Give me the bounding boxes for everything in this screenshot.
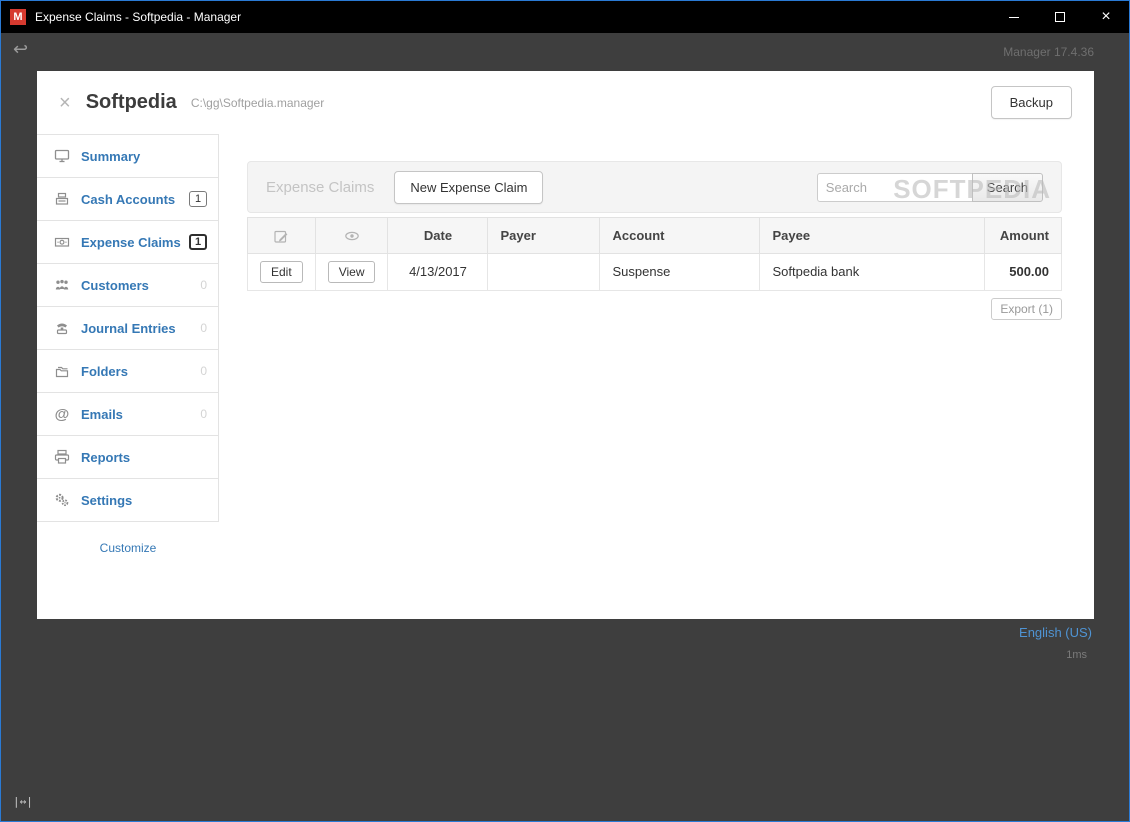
window-title: Expense Claims - Softpedia - Manager [35, 10, 242, 24]
expense-claims-table: Date Payer Account Payee Amount Edit View 4/13… [247, 217, 1062, 291]
new-expense-claim-button[interactable]: New Expense Claim [394, 170, 544, 204]
content-area: Expense Claims New Expense Claim SOFTPED… [219, 134, 1094, 619]
sidebar-item-label: Folders [81, 363, 128, 379]
main-panel: × Softpedia C:\gg\Softpedia.manager Back… [37, 71, 1094, 619]
folders-icon [51, 363, 73, 379]
sidebar-item-label: Journal Entries [81, 320, 176, 336]
app-window: M Expense Claims - Softpedia - Manager ×… [0, 0, 1130, 822]
expense-claims-icon [51, 234, 73, 250]
minimize-button[interactable] [991, 1, 1037, 33]
close-business-icon[interactable]: × [59, 93, 71, 113]
minimize-icon [1009, 16, 1019, 18]
sidebar-item-label: Expense Claims [81, 234, 181, 250]
settings-icon [51, 492, 73, 508]
cell-date: 4/13/2017 [387, 252, 489, 291]
column-header-payer: Payer [487, 217, 601, 254]
resize-handle-icon[interactable]: |↔| [13, 795, 33, 808]
sidebar-item-reports[interactable]: Reports [37, 436, 218, 479]
sidebar-item-journal-entries[interactable]: Journal Entries 0 [37, 307, 218, 350]
sidebar-item-expense-claims[interactable]: Expense Claims 1 [37, 221, 218, 264]
maximize-icon [1055, 12, 1065, 22]
column-header-account: Account [599, 217, 761, 254]
sidebar-item-customers[interactable]: Customers 0 [37, 264, 218, 307]
reports-icon [51, 449, 73, 465]
panel-body: Summary Cash Accounts 1 Expense Claims 1 Cust… [37, 134, 1094, 619]
edit-icon [273, 227, 289, 243]
count-badge: 1 [189, 191, 207, 207]
cell-account: Suspense [599, 252, 761, 291]
sidebar-item-settings[interactable]: Settings [37, 479, 218, 522]
count-badge: 0 [200, 278, 207, 292]
count-badge: 0 [200, 407, 207, 421]
column-header-date: Date [387, 217, 489, 254]
cell-payee: Softpedia bank [759, 252, 986, 291]
language-link[interactable]: English (US) [1019, 625, 1092, 640]
summary-icon [51, 148, 73, 164]
business-name: Softpedia [85, 91, 177, 113]
sidebar-item-summary[interactable]: Summary [37, 135, 218, 178]
sidebar-item-label: Reports [81, 449, 131, 465]
sidebar: Summary Cash Accounts 1 Expense Claims 1 Cust… [37, 134, 219, 522]
count-badge: 1 [189, 234, 207, 250]
app-icon: M [10, 9, 26, 25]
export-button[interactable]: Export (1) [991, 297, 1062, 320]
cell-amount: 500.00 [984, 252, 1062, 291]
sidebar-item-label: Customers [81, 277, 149, 293]
cash-accounts-icon [51, 191, 73, 207]
edit-column-header [247, 217, 316, 254]
sidebar-item-label: Settings [81, 492, 133, 508]
journal-entries-icon [51, 320, 73, 336]
edit-button[interactable]: Edit [260, 260, 303, 283]
search-group: Search [816, 172, 1043, 202]
titlebar: M Expense Claims - Softpedia - Manager × [1, 1, 1129, 33]
eye-icon [344, 227, 360, 242]
sidebar-item-label: Cash Accounts [81, 191, 176, 207]
cell-payer [487, 252, 601, 291]
backup-button[interactable]: Backup [990, 86, 1072, 119]
table-row: Edit View 4/13/2017 Suspense Softpedia bank 5… [247, 252, 1062, 291]
emails-icon: @ [54, 405, 70, 423]
column-header-payee: Payee [759, 217, 986, 254]
sidebar-column: Summary Cash Accounts 1 Expense Claims 1 Cust… [37, 134, 219, 619]
panel-header: × Softpedia C:\gg\Softpedia.manager Back… [37, 71, 1094, 134]
search-button[interactable]: Search [971, 172, 1043, 202]
timing-label: 1ms [1066, 649, 1087, 661]
file-path: C:\gg\Softpedia.manager [190, 95, 325, 110]
sidebar-item-label: Emails [81, 406, 123, 422]
count-badge: 0 [200, 321, 207, 335]
count-badge: 0 [200, 364, 207, 378]
back-arrow-icon[interactable]: ↩ [13, 39, 28, 60]
customers-icon [51, 277, 73, 293]
sidebar-item-folders[interactable]: Folders 0 [37, 350, 218, 393]
table-header-row: Date Payer Account Payee Amount [247, 217, 1062, 254]
sidebar-item-emails[interactable]: @ Emails 0 [37, 393, 218, 436]
view-button[interactable]: View [327, 260, 376, 283]
export-row: Export (1) [247, 297, 1062, 320]
maximize-button[interactable] [1037, 1, 1083, 33]
page-title: Expense Claims [266, 178, 375, 196]
content-toolbar: Expense Claims New Expense Claim SOFTPED… [247, 161, 1062, 213]
table-body: Edit View 4/13/2017 Suspense Softpedia bank 5… [247, 252, 1062, 291]
close-button[interactable]: × [1083, 1, 1129, 33]
sidebar-item-label: Summary [81, 148, 141, 164]
sidebar-item-cash-accounts[interactable]: Cash Accounts 1 [37, 178, 218, 221]
search-input[interactable] [816, 172, 973, 202]
column-header-amount: Amount [984, 217, 1062, 254]
close-icon: × [1101, 8, 1111, 25]
customize-link[interactable]: Customize [37, 541, 219, 555]
app-version: Manager 17.4.36 [1003, 45, 1094, 59]
view-column-header [314, 217, 389, 254]
